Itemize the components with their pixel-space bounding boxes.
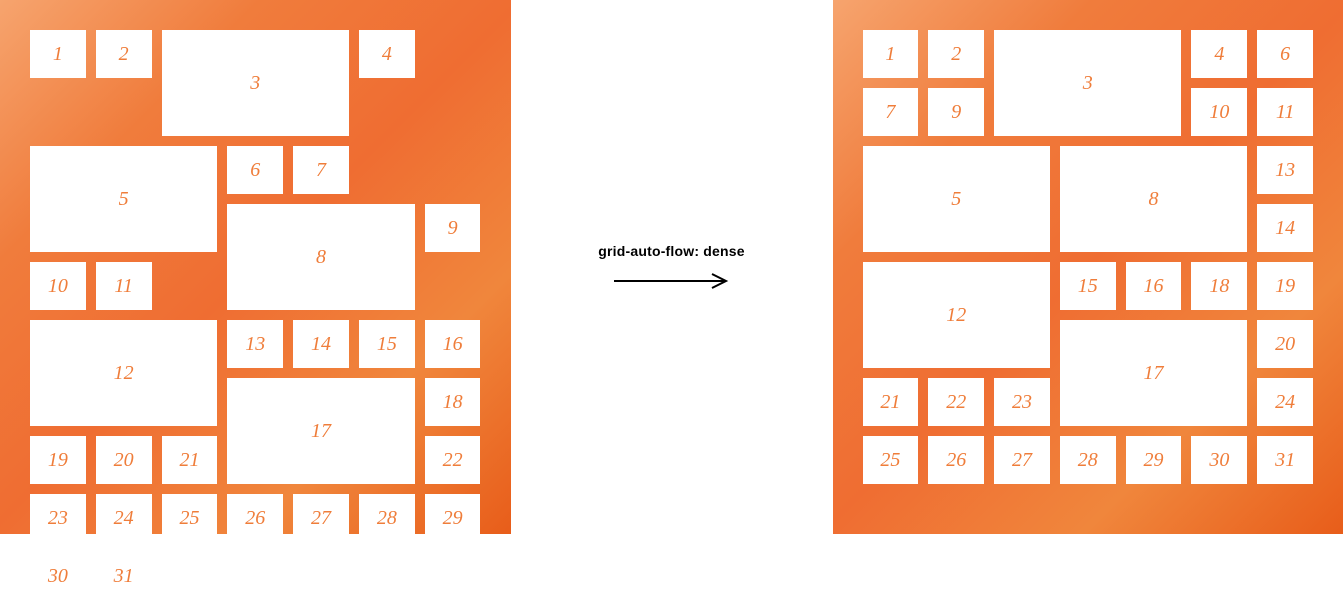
grid-cell: 31 <box>1257 436 1313 484</box>
grid-cell: 26 <box>928 436 984 484</box>
property-label: grid-auto-flow: dense <box>598 243 745 259</box>
grid-cell: 14 <box>293 320 349 368</box>
grid-cell: 11 <box>1257 88 1313 136</box>
grid-cell: 24 <box>96 494 152 542</box>
grid-cell: 23 <box>30 494 86 542</box>
grid-cell: 3 <box>994 30 1181 136</box>
grid-cell: 15 <box>359 320 415 368</box>
grid-cell: 2 <box>96 30 152 78</box>
grid-cell: 31 <box>96 552 152 600</box>
grid-cell: 25 <box>863 436 919 484</box>
grid-cell: 17 <box>1060 320 1247 426</box>
grid-cell: 30 <box>30 552 86 600</box>
grid-cell: 1 <box>863 30 919 78</box>
grid-cell: 5 <box>863 146 1050 252</box>
grid-cell: 8 <box>1060 146 1247 252</box>
grid-cell: 25 <box>162 494 218 542</box>
grid-cell: 20 <box>96 436 152 484</box>
grid-cell: 26 <box>227 494 283 542</box>
grid-cell: 7 <box>863 88 919 136</box>
grid-cell: 28 <box>1060 436 1116 484</box>
grid-cell: 18 <box>425 378 481 426</box>
grid-cell: 16 <box>1126 262 1182 310</box>
grid-cell: 28 <box>359 494 415 542</box>
grid-cell: 11 <box>96 262 152 310</box>
grid-cell: 6 <box>227 146 283 194</box>
grid-cell: 29 <box>425 494 481 542</box>
grid-cell: 5 <box>30 146 217 252</box>
grid-cell: 9 <box>928 88 984 136</box>
grid-cell: 1 <box>30 30 86 78</box>
grid-cell: 22 <box>425 436 481 484</box>
grid-cell: 10 <box>1191 88 1247 136</box>
grid-cell: 21 <box>863 378 919 426</box>
transition-label-group: grid-auto-flow: dense <box>571 243 773 291</box>
grid-cell: 12 <box>863 262 1050 368</box>
grid-cell: 3 <box>162 30 349 136</box>
grid-cell: 30 <box>1191 436 1247 484</box>
grid-cell: 29 <box>1126 436 1182 484</box>
grid-cell: 6 <box>1257 30 1313 78</box>
grid-cell: 13 <box>227 320 283 368</box>
grid-cell: 20 <box>1257 320 1313 368</box>
arrow-right-icon <box>612 271 732 291</box>
grid-cell: 9 <box>425 204 481 252</box>
grid-cell: 18 <box>1191 262 1247 310</box>
grid-panel-sparse: 1234567891011121314151617181920212223242… <box>0 0 511 534</box>
grid-cell: 14 <box>1257 204 1313 252</box>
grid-cell: 7 <box>293 146 349 194</box>
grid-cell: 12 <box>30 320 217 426</box>
grid-cell: 8 <box>227 204 414 310</box>
grid-cell: 15 <box>1060 262 1116 310</box>
grid-cell: 19 <box>1257 262 1313 310</box>
grid-cell: 19 <box>30 436 86 484</box>
grid-cell: 23 <box>994 378 1050 426</box>
grid-cell: 27 <box>994 436 1050 484</box>
grid-cell: 16 <box>425 320 481 368</box>
grid-cell: 27 <box>293 494 349 542</box>
grid-cell: 21 <box>162 436 218 484</box>
grid-cell: 4 <box>1191 30 1247 78</box>
grid-cell: 10 <box>30 262 86 310</box>
grid-cell: 13 <box>1257 146 1313 194</box>
grid-cell: 2 <box>928 30 984 78</box>
grid-panel-dense: 1234567891011121314151617181920212223242… <box>833 0 1343 534</box>
grid-cell: 4 <box>359 30 415 78</box>
grid-cell: 22 <box>928 378 984 426</box>
grid-cell: 17 <box>227 378 414 484</box>
grid-cell: 24 <box>1257 378 1313 426</box>
